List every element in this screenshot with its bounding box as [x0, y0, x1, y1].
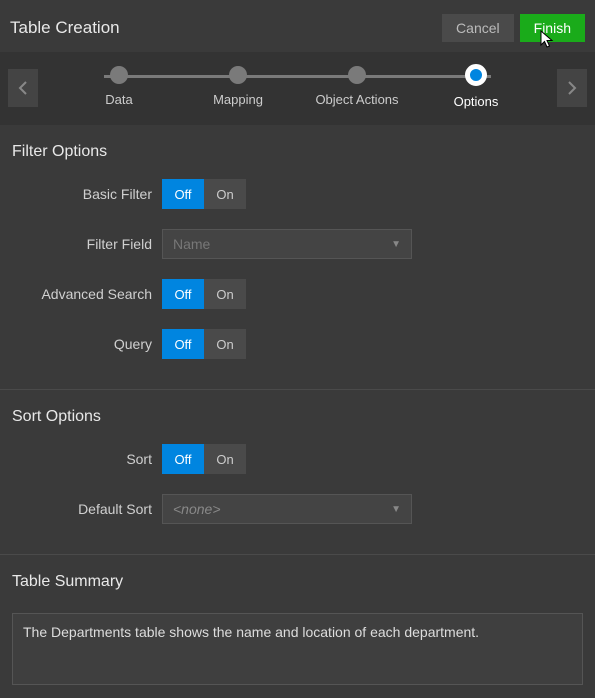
header: Table Creation Cancel Finish — [0, 0, 595, 52]
step-dot — [348, 66, 366, 84]
sort-options-section: Sort Options Sort Off On Default Sort <n… — [0, 390, 595, 548]
step-data[interactable]: Data — [64, 66, 174, 107]
cancel-button[interactable]: Cancel — [442, 14, 514, 42]
step-label: Object Actions — [315, 92, 398, 107]
basic-filter-row: Basic Filter Off On — [12, 179, 583, 209]
chevron-down-icon: ▼ — [391, 239, 401, 250]
basic-filter-off[interactable]: Off — [162, 179, 204, 209]
step-dot — [110, 66, 128, 84]
advanced-search-on[interactable]: On — [204, 279, 246, 309]
query-toggle: Off On — [162, 329, 246, 359]
step-mapping[interactable]: Mapping — [183, 66, 293, 107]
step-dot-active — [465, 64, 487, 86]
sort-on[interactable]: On — [204, 444, 246, 474]
advanced-search-toggle: Off On — [162, 279, 246, 309]
filter-field-select[interactable]: Name ▼ — [162, 229, 412, 259]
chevron-right-icon — [567, 81, 577, 95]
filter-field-row: Filter Field Name ▼ — [12, 229, 583, 259]
finish-button[interactable]: Finish — [520, 14, 585, 42]
stepper-next-button[interactable] — [557, 69, 587, 107]
step-label: Data — [105, 92, 132, 107]
default-sort-select[interactable]: <none> ▼ — [162, 494, 412, 524]
stepper-prev-button[interactable] — [8, 69, 38, 107]
stepper-track: Data Mapping Object Actions Options — [44, 66, 551, 109]
step-label: Options — [454, 94, 499, 109]
chevron-down-icon: ▼ — [391, 504, 401, 515]
filter-options-section: Filter Options Basic Filter Off On Filte… — [0, 125, 595, 383]
stepper: Data Mapping Object Actions Options — [0, 52, 595, 125]
section-title: Sort Options — [12, 408, 583, 426]
query-off[interactable]: Off — [162, 329, 204, 359]
step-dot — [229, 66, 247, 84]
table-summary-input[interactable] — [12, 613, 583, 685]
advanced-search-label: Advanced Search — [12, 286, 162, 302]
finish-button-label: Finish — [534, 20, 571, 36]
sort-off[interactable]: Off — [162, 444, 204, 474]
advanced-search-off[interactable]: Off — [162, 279, 204, 309]
filter-field-value: Name — [173, 236, 210, 252]
page-title: Table Creation — [10, 18, 120, 38]
section-title: Table Summary — [12, 573, 583, 591]
query-on[interactable]: On — [204, 329, 246, 359]
filter-field-label: Filter Field — [12, 236, 162, 252]
table-summary-section: Table Summary — [0, 555, 595, 613]
sort-label: Sort — [12, 451, 162, 467]
basic-filter-on[interactable]: On — [204, 179, 246, 209]
step-options[interactable]: Options — [421, 66, 531, 109]
header-buttons: Cancel Finish — [442, 14, 585, 42]
chevron-left-icon — [18, 81, 28, 95]
default-sort-label: Default Sort — [12, 501, 162, 517]
step-object-actions[interactable]: Object Actions — [302, 66, 412, 107]
query-label: Query — [12, 336, 162, 352]
basic-filter-toggle: Off On — [162, 179, 246, 209]
sort-row: Sort Off On — [12, 444, 583, 474]
table-summary-wrap — [0, 613, 595, 688]
basic-filter-label: Basic Filter — [12, 186, 162, 202]
step-label: Mapping — [213, 92, 263, 107]
section-title: Filter Options — [12, 143, 583, 161]
sort-toggle: Off On — [162, 444, 246, 474]
advanced-search-row: Advanced Search Off On — [12, 279, 583, 309]
query-row: Query Off On — [12, 329, 583, 359]
default-sort-row: Default Sort <none> ▼ — [12, 494, 583, 524]
default-sort-value: <none> — [173, 501, 221, 517]
